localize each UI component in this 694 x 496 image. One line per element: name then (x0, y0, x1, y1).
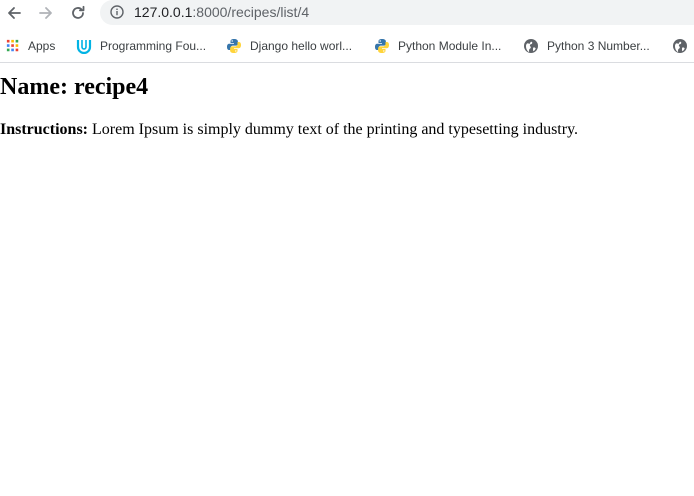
bookmark-programming[interactable]: Programming Fou... (76, 33, 206, 59)
browser-toolbar: 127.0.0.1:8000/recipes/list/4 (0, 0, 694, 26)
bookmark-label: Apps (28, 39, 56, 53)
page-content: Name: recipe4 Instructions: Lorem Ipsum … (0, 63, 694, 140)
reload-icon (72, 5, 85, 19)
back-button[interactable] (3, 2, 25, 24)
arrow-left-icon (8, 7, 21, 19)
bookmark-python3-numbers[interactable]: Python 3 Number... (523, 33, 650, 59)
bookmark-label: Django hello worl... (250, 39, 353, 53)
globe-icon (673, 39, 687, 53)
url-path: :8000/recipes/list/4 (192, 4, 310, 20)
python-icon (375, 39, 389, 53)
bookmarks-bar: Apps Programming Fou... Django hello wor… (0, 33, 694, 59)
bookmark-label: Python Module In... (398, 39, 502, 53)
url-text[interactable]: 127.0.0.1:8000/recipes/list/4 (134, 3, 309, 21)
bookmark-overflow[interactable] (672, 33, 694, 59)
instructions-label: Instructions: (0, 121, 89, 138)
recipe-name: recipe4 (73, 74, 149, 100)
recipe-title: Name: recipe4 (0, 73, 694, 101)
apps-grid-icon (6, 39, 19, 52)
reload-button[interactable] (67, 2, 89, 24)
bookmark-label: Python 3 Number... (547, 39, 650, 53)
info-icon[interactable] (110, 5, 124, 19)
python-icon (227, 39, 241, 53)
bookmark-django[interactable]: Django hello worl... (226, 33, 352, 59)
arrow-right-icon (39, 7, 52, 19)
bookmark-label: Programming Fou... (100, 39, 207, 53)
udacity-icon (76, 40, 92, 54)
globe-icon (524, 39, 538, 53)
recipe-instructions: Instructions: Lorem Ipsum is simply dumm… (0, 120, 694, 140)
forward-button[interactable] (35, 2, 57, 24)
recipe-title-prefix: Name: (0, 74, 74, 100)
instructions-text: Lorem Ipsum is simply dummy text of the … (88, 121, 579, 138)
address-bar[interactable]: 127.0.0.1:8000/recipes/list/4 (100, 0, 694, 25)
url-host: 127.0.0.1 (134, 4, 193, 20)
bookmark-python-module[interactable]: Python Module In... (374, 33, 501, 59)
bookmark-apps[interactable]: Apps (6, 33, 55, 59)
